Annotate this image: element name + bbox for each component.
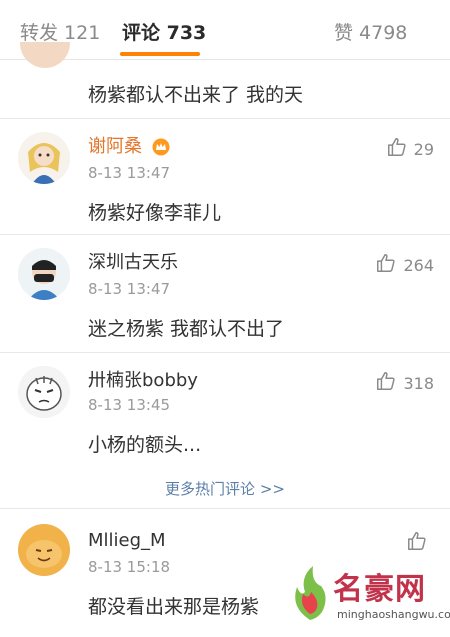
comment-text: 杨紫都认不出来了 我的天 [88,84,304,106]
comment-text: 都没看出来那是杨紫 [88,596,260,618]
comment-item: 深圳古天乐 8-13 13:47 迷之杨紫 我都认不出了 264 [0,234,450,352]
username[interactable]: 谢阿桑 [88,132,170,158]
comment-item: 卅楠张bobby 8-13 13:45 小杨的额头... 318 [0,352,450,464]
tab-comments[interactable]: 评论 733 [122,18,206,45]
comment-item: 谢阿桑 8-13 13:47 杨紫好像李菲儿 29 [0,118,450,234]
thumbs-up-icon [375,252,397,278]
avatar[interactable] [18,524,70,576]
username[interactable]: Mllieg_M [88,530,166,551]
like-button[interactable] [406,530,434,556]
more-hot-comments-link[interactable]: 更多热门评论 >> [0,478,450,499]
username[interactable]: 深圳古天乐 [88,248,178,274]
username[interactable]: 卅楠张bobby [88,366,198,392]
watermark-brand: 名豪网 [333,572,426,607]
comment-text: 迷之杨紫 我都认不出了 [88,318,285,340]
like-button[interactable]: 29 [386,136,434,162]
avatar[interactable] [20,42,70,68]
thumbs-up-icon [375,370,397,396]
watermark-logo: 名豪网 minghaoshangwu.com [285,558,450,630]
comment-time: 8-13 15:18 [88,558,171,576]
thumbs-up-icon [406,530,428,556]
comment-time: 8-13 13:47 [88,164,171,182]
like-button[interactable]: 318 [375,370,434,396]
flame-logo-icon [295,566,326,620]
avatar[interactable] [18,248,70,300]
comment-time: 8-13 13:47 [88,280,171,298]
comment-text: 小杨的额头... [88,434,202,456]
tab-repost[interactable]: 转发 121 [20,18,100,45]
like-count: 29 [413,139,434,159]
like-button[interactable]: 264 [375,252,434,278]
thumbs-up-icon [386,136,408,162]
like-count: 318 [403,373,434,393]
comment-text: 杨紫好像李菲儿 [88,202,222,224]
tab-likes[interactable]: 赞 4798 [334,18,407,45]
comment-time: 8-13 13:45 [88,396,171,414]
avatar[interactable] [18,366,70,418]
username-text[interactable]: 谢阿桑 [88,136,142,157]
avatar[interactable] [18,132,70,184]
like-count: 264 [403,255,434,275]
active-tab-indicator [120,52,200,56]
crown-icon [152,138,170,156]
watermark-url: minghaoshangwu.com [337,608,450,621]
